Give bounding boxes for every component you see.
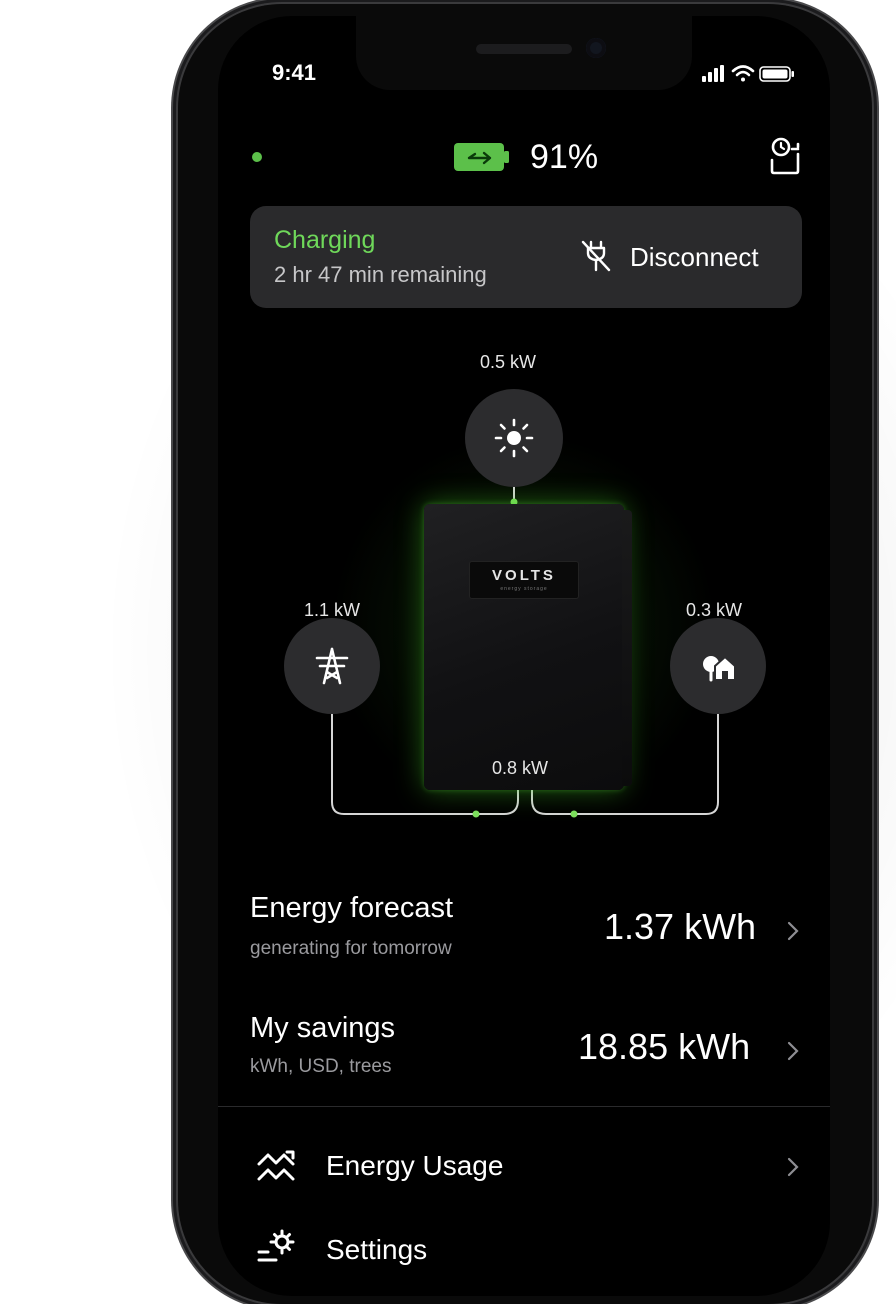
solar-node[interactable]: [465, 389, 563, 487]
energy-forecast-title: Energy forecast: [250, 892, 454, 924]
brand-logo: VOLTS: [492, 567, 556, 584]
chevron-right-icon: [787, 1157, 799, 1177]
brand-badge: VOLTS energy storage: [470, 562, 578, 598]
home-icon: [703, 655, 736, 682]
settings-label: Settings: [326, 1234, 428, 1265]
usage-chart-icon: [257, 1150, 295, 1181]
flow-dot: [472, 810, 480, 818]
energy-usage-menu-item[interactable]: [218, 1126, 830, 1206]
flow-dot: [570, 810, 578, 818]
power-tower-icon: [315, 647, 349, 685]
brand-tagline: energy storage: [500, 586, 548, 592]
energy-forecast-value: 1.37 kWh: [604, 906, 757, 947]
grid-node[interactable]: [284, 618, 380, 714]
my-savings-value: 18.85 kWh: [578, 1026, 751, 1067]
sun-icon: [494, 418, 534, 458]
my-savings-subtitle: kWh, USD, trees: [250, 1056, 392, 1077]
chevron-right-icon: [787, 921, 799, 941]
solar-power-value: 0.5 kW: [480, 352, 537, 372]
my-savings-title: My savings: [250, 1012, 396, 1044]
home-node[interactable]: [670, 618, 766, 714]
energy-usage-label: Energy Usage: [326, 1150, 504, 1181]
energy-forecast-subtitle: generating for tomorrow: [250, 938, 452, 959]
section-divider: [218, 1106, 830, 1107]
phone-screen: 9:41 91% Charging 2 hr 47 min remaining …: [218, 16, 830, 1296]
settings-menu-item[interactable]: [218, 1212, 830, 1292]
settings-gear-icon: [257, 1229, 295, 1262]
home-battery-unit: VOLTS energy storage: [424, 504, 632, 790]
chevron-right-icon: [787, 1041, 799, 1061]
battery-power-value: 0.8 kW: [492, 758, 549, 778]
